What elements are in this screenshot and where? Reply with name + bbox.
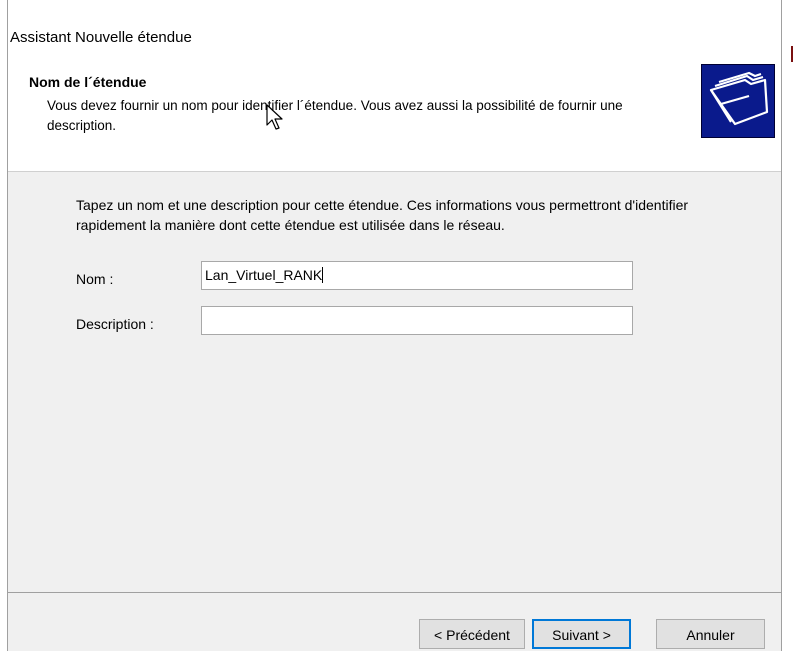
window-title: Assistant Nouvelle étendue bbox=[10, 29, 192, 46]
next-button[interactable]: Suivant > bbox=[532, 619, 631, 649]
text-caret bbox=[322, 267, 324, 283]
name-input[interactable]: Lan_Virtuel_RANK bbox=[201, 261, 633, 290]
wizard-window: Assistant Nouvelle étendue Nom de l´éten… bbox=[0, 0, 795, 651]
description-label: Description : bbox=[76, 316, 154, 332]
name-input-value: Lan_Virtuel_RANK bbox=[205, 267, 323, 283]
wizard-body bbox=[8, 172, 781, 592]
edge-mark bbox=[791, 46, 793, 62]
name-label: Nom : bbox=[76, 271, 114, 287]
page-description: Vous devez fournir un nom pour identifie… bbox=[47, 98, 623, 133]
instructions-text: Tapez un nom et une description pour cet… bbox=[76, 197, 689, 233]
folders-icon bbox=[701, 64, 775, 138]
mouse-pointer-icon bbox=[266, 104, 283, 130]
page-title: Nom de l´étendue bbox=[29, 74, 147, 90]
cancel-button[interactable]: Annuler bbox=[656, 619, 765, 649]
window-right-border bbox=[781, 0, 782, 651]
description-input[interactable] bbox=[201, 306, 633, 335]
back-button[interactable]: < Précédent bbox=[419, 619, 525, 649]
